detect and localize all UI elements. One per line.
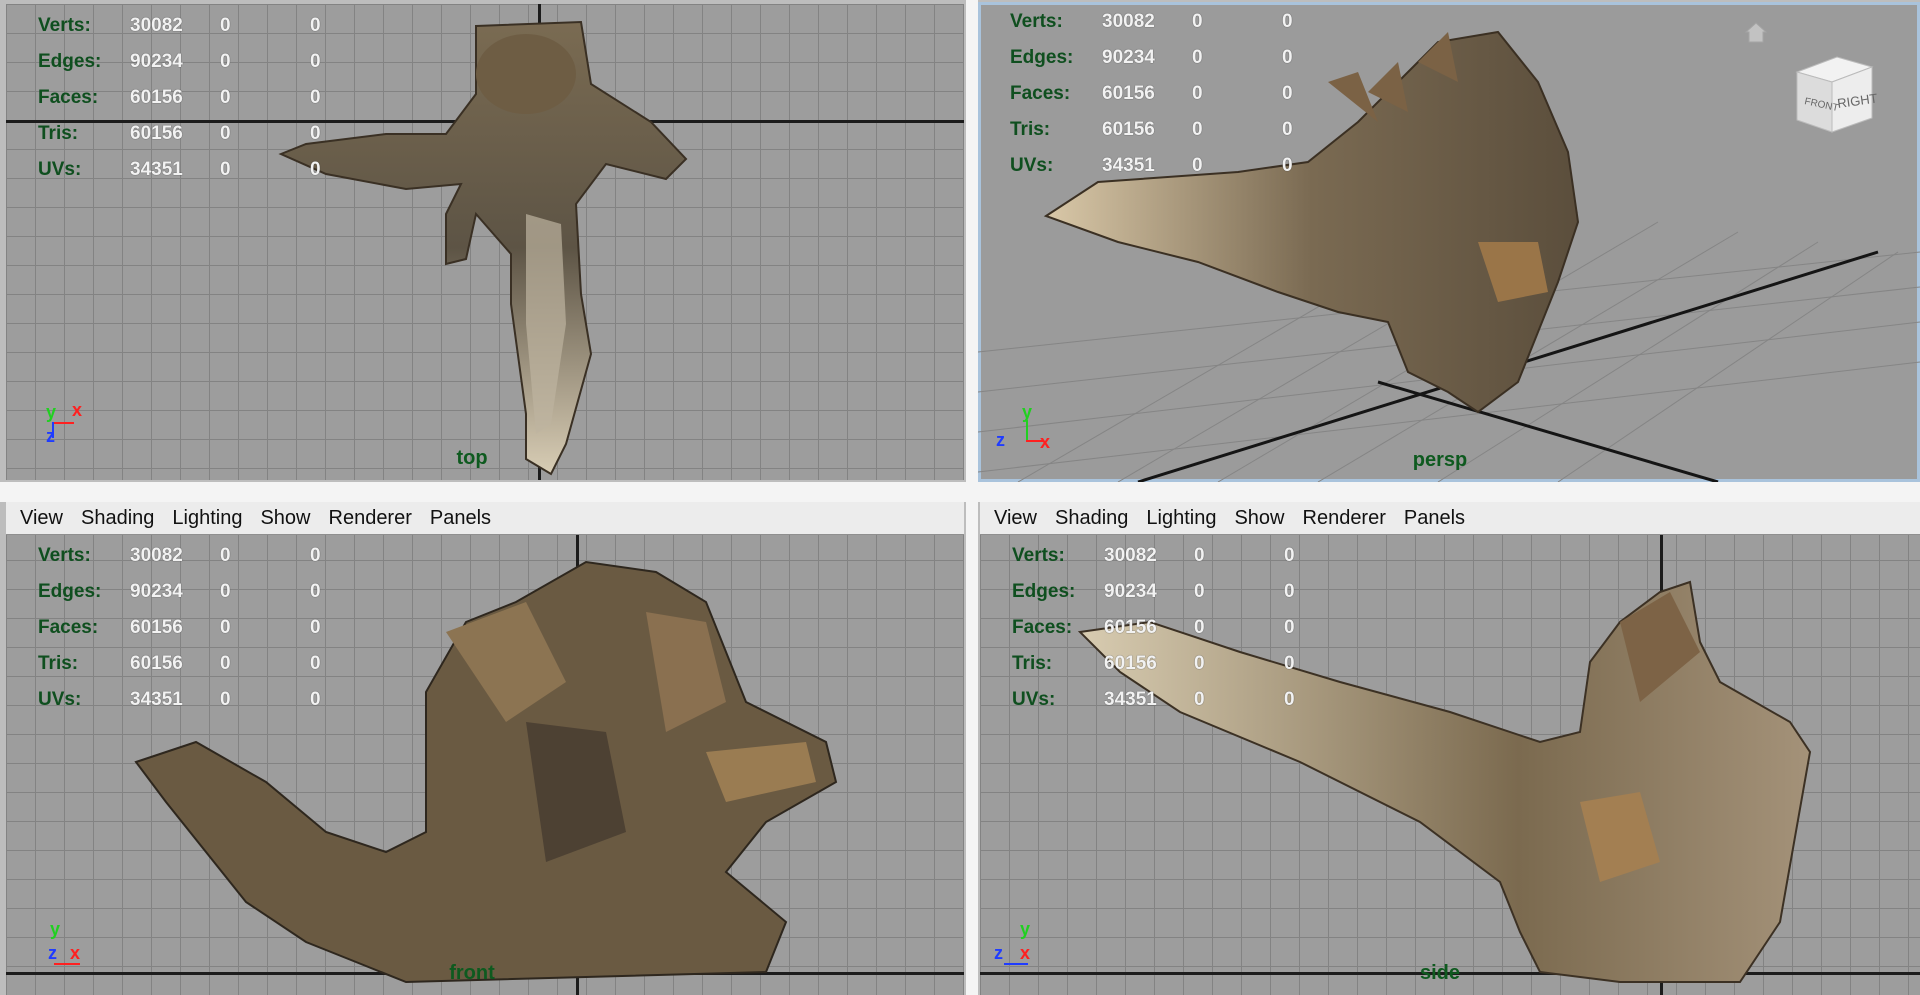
hud-stats: Verts: 30082 0 0 Edges: 90234 0 0 Faces: 60156 0… bbox=[38, 538, 350, 718]
stat-row: Faces: 60156 0 0 bbox=[1012, 617, 1295, 638]
stat-row: Verts: 30082 0 0 bbox=[1010, 11, 1293, 32]
stat-row: UVs: 34351 0 0 bbox=[38, 159, 321, 180]
stat-row: Verts: 30082 0 0 bbox=[38, 15, 321, 36]
viewport-side[interactable]: View Shading Lighting Show Renderer Pane… bbox=[980, 502, 1920, 995]
stat-row: Edges: 90234 0 0 bbox=[1010, 47, 1293, 68]
viewport-top[interactable]: Verts: 30082 0 0 Edges: 90234 0 0 Faces: 60156 0… bbox=[6, 4, 964, 480]
hud-stats: Verts: 30082 0 0 Edges: 90234 0 0 Faces: 60156 0… bbox=[1012, 538, 1324, 718]
axis-y-label: y bbox=[50, 919, 61, 939]
stat-row: UVs: 34351 0 0 bbox=[1010, 155, 1293, 176]
axis-x-label: x bbox=[72, 400, 83, 420]
viewport-front[interactable]: View Shading Lighting Show Renderer Pane… bbox=[6, 502, 964, 995]
stat-row: Faces: 60156 0 0 bbox=[38, 617, 321, 638]
stat-row: Tris: 60156 0 0 bbox=[1012, 653, 1295, 674]
stat-row: Verts: 30082 0 0 bbox=[1012, 545, 1295, 566]
horizontal-splitter[interactable] bbox=[0, 482, 1920, 502]
stat-row: Edges: 90234 0 0 bbox=[38, 51, 321, 72]
axis-z-label: z bbox=[994, 943, 1003, 963]
stat-row: Faces: 60156 0 0 bbox=[1010, 83, 1293, 104]
axis-gizmo: y z x bbox=[994, 919, 1054, 979]
stat-row: Tris: 60156 0 0 bbox=[38, 653, 321, 674]
camera-label: front bbox=[449, 962, 495, 984]
axis-x-label: x bbox=[1040, 432, 1051, 452]
axis-z-label: z bbox=[996, 430, 1005, 450]
viewport-persp[interactable]: FRONT RIGHT Verts: 30082 0 0 Edges: 90234 0 0 … bbox=[978, 2, 1920, 482]
camera-label: persp bbox=[1412, 449, 1468, 471]
viewcube-icon[interactable]: FRONT RIGHT bbox=[1782, 42, 1882, 142]
stat-row: Tris: 60156 0 0 bbox=[1010, 119, 1293, 140]
home-icon[interactable] bbox=[1742, 18, 1770, 46]
axis-y-label: y bbox=[46, 402, 57, 422]
axis-x-label: x bbox=[1020, 943, 1031, 963]
axis-z-label: z bbox=[48, 943, 57, 963]
axis-y-label: y bbox=[1020, 919, 1031, 939]
stat-row: Verts: 30082 0 0 bbox=[38, 545, 321, 566]
hud-stats: Verts: 30082 0 0 Edges: 90234 0 0 Faces: 60156 0… bbox=[1010, 4, 1322, 184]
hud-stats: Verts: 30082 0 0 Edges: 90234 0 0 Faces: 60156 0… bbox=[38, 8, 350, 188]
camera-label: top bbox=[456, 447, 488, 469]
axis-x-label: x bbox=[70, 943, 81, 963]
stat-row: Faces: 60156 0 0 bbox=[38, 87, 321, 108]
axis-gizmo: y z x bbox=[42, 919, 102, 979]
stat-row: Edges: 90234 0 0 bbox=[38, 581, 321, 602]
stat-row: UVs: 34351 0 0 bbox=[1012, 689, 1295, 710]
axis-gizmo: y x z bbox=[42, 400, 102, 460]
camera-label: side bbox=[1419, 962, 1461, 984]
axis-gizmo: y z x bbox=[996, 402, 1056, 462]
stat-row: Edges: 90234 0 0 bbox=[1012, 581, 1295, 602]
stat-row: Tris: 60156 0 0 bbox=[38, 123, 321, 144]
stat-row: UVs: 34351 0 0 bbox=[38, 689, 321, 710]
